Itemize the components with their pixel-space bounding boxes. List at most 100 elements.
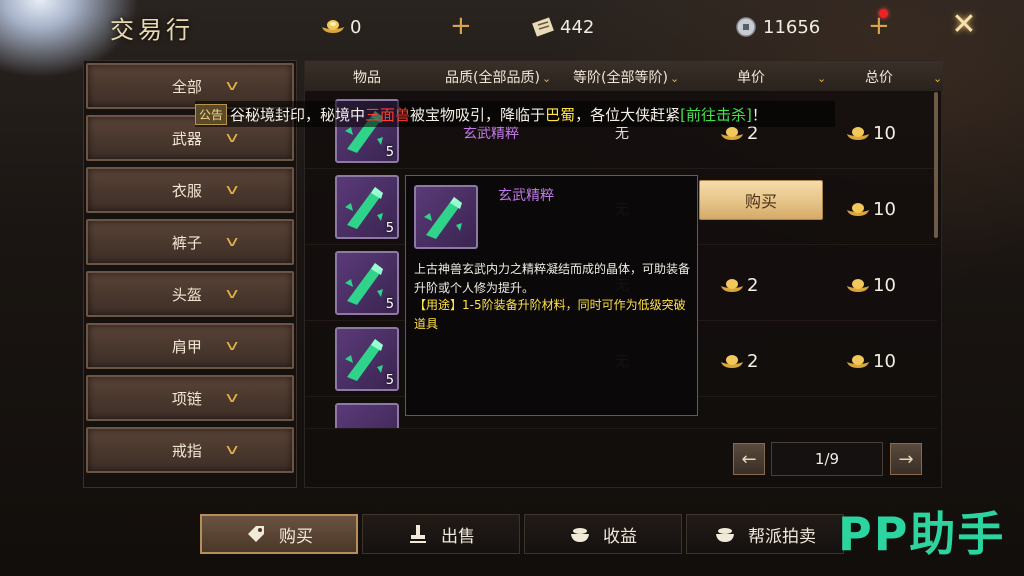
total-price: 10 <box>845 199 896 220</box>
notice-monster: 三面兽 <box>365 105 411 124</box>
chevron-down-icon: ⌄ <box>669 72 680 85</box>
notice-go-kill-link[interactable]: [前往击杀] <box>680 104 752 125</box>
chevron-down-icon: v <box>225 78 239 94</box>
unit-price: 2 <box>719 275 758 296</box>
unit-price-value: 2 <box>747 275 759 296</box>
item-slot[interactable] <box>335 403 399 428</box>
top-bar: 交易行 0 + 442 11656 + ✕ <box>0 0 1024 52</box>
tab-label: 收益 <box>603 526 637 547</box>
tooltip-item-slot <box>414 185 478 249</box>
unit-price-label: 单价 <box>737 70 765 86</box>
chevron-down-icon: ⌄ <box>933 72 943 85</box>
gold-ingot-icon <box>847 278 869 292</box>
total-price-value: 10 <box>873 275 896 296</box>
tooltip-description: 上古神兽玄武内力之精粹凝结而成的晶体，可助装备升阶或个人修为提升。 <box>414 262 691 295</box>
treasure-bowl-icon <box>569 523 591 545</box>
table-header: 物品 品质(全部品质) ⌄ 等阶(全部等阶) ⌄ 单价 ⌄ 总价 ⌄ <box>305 61 943 91</box>
quality-filter[interactable]: 品质(全部品质) ⌄ <box>445 67 551 87</box>
category-label: 衣服 <box>171 181 202 200</box>
category-pants[interactable]: 裤子 v <box>86 219 294 265</box>
chevron-down-icon: v <box>225 130 239 146</box>
category-shoulder[interactable]: 肩甲 v <box>86 323 294 369</box>
total-price-sort[interactable]: 总价 ⌄ <box>865 67 942 87</box>
chevron-down-icon: v <box>225 234 239 250</box>
gold-ingot-icon <box>847 354 869 368</box>
total-price-value: 10 <box>873 123 896 144</box>
quality-filter-label: 品质(全部品质) <box>445 70 540 86</box>
tab-label: 出售 <box>441 526 475 547</box>
notice-text: 被宝物吸引，降临于 <box>410 105 546 124</box>
tab-earnings[interactable]: 收益 <box>524 514 682 554</box>
gold-ingot-icon <box>320 16 346 38</box>
close-icon: ✕ <box>951 7 977 42</box>
item-slot[interactable]: 5 <box>335 327 399 391</box>
tooltip-usage: 【用途】1-5阶装备升阶材料，同时可作为低级突破道具 <box>414 298 686 331</box>
category-label: 头盔 <box>171 285 202 304</box>
add-ingot-button[interactable]: + <box>450 12 472 40</box>
coin-icon <box>733 16 759 38</box>
category-label: 武器 <box>171 129 202 148</box>
category-necklace[interactable]: 项链 v <box>86 375 294 421</box>
notice-tag: 公告 <box>195 103 228 125</box>
close-button[interactable]: ✕ <box>946 10 982 42</box>
buy-button[interactable]: 购买 <box>699 180 823 220</box>
gold-ingot-icon <box>847 202 869 216</box>
total-price: 10 <box>845 351 896 372</box>
column-item: 物品 <box>353 70 381 86</box>
category-clothes[interactable]: 衣服 v <box>86 167 294 213</box>
gold-ingot-icon <box>721 354 743 368</box>
notice-text: 谷秘境封印，秘境中 <box>230 105 366 124</box>
category-ring[interactable]: 戒指 v <box>86 427 294 473</box>
tab-sell[interactable]: 出售 <box>362 514 520 554</box>
unit-price-sort[interactable]: 单价 ⌄ <box>737 67 826 87</box>
coin-value: 11656 <box>763 16 821 38</box>
item-quantity: 5 <box>385 145 394 160</box>
notice-place: 巴蜀 <box>545 105 576 124</box>
chevron-down-icon: ⌄ <box>817 72 827 85</box>
currency-coin: 11656 <box>733 14 820 40</box>
grade-filter-label: 等阶(全部等阶) <box>573 70 668 86</box>
unit-price: 2 <box>719 351 758 372</box>
sell-stamp-icon <box>407 523 429 545</box>
ingot-value: 0 <box>350 16 362 38</box>
total-price-value: 10 <box>873 351 896 372</box>
notice-text: ，各位大侠赶紧 <box>575 105 681 124</box>
gold-ingot-icon <box>721 278 743 292</box>
chevron-down-icon: ⌄ <box>541 72 552 85</box>
next-page-button[interactable]: → <box>890 443 922 475</box>
notice-text: ！ <box>751 105 767 124</box>
item-quantity: 5 <box>385 221 394 236</box>
tab-guild-auction[interactable]: 帮派拍卖 <box>686 514 844 554</box>
page-title: 交易行 <box>110 16 194 44</box>
item-quantity: 5 <box>385 373 394 388</box>
category-label: 裤子 <box>171 233 202 252</box>
chevron-down-icon: v <box>225 182 239 198</box>
category-helmet[interactable]: 头盔 v <box>86 271 294 317</box>
category-label: 项链 <box>171 389 202 408</box>
treasure-bowl-icon <box>714 523 736 545</box>
total-price: 10 <box>845 275 896 296</box>
chevron-down-icon: v <box>225 442 239 458</box>
buy-tag-icon <box>245 523 267 545</box>
chevron-down-icon: v <box>225 338 239 354</box>
grade-filter[interactable]: 等阶(全部等阶) ⌄ <box>573 67 679 87</box>
item-quantity: 5 <box>385 297 394 312</box>
item-slot[interactable]: 5 <box>335 175 399 239</box>
item-slot[interactable]: 5 <box>335 251 399 315</box>
chevron-down-icon: v <box>225 286 239 302</box>
list-scrollbar[interactable] <box>934 92 938 238</box>
gold-ingot-icon <box>847 126 869 140</box>
prev-page-button[interactable]: ← <box>733 443 765 475</box>
category-label: 肩甲 <box>171 337 202 356</box>
chevron-down-icon: v <box>225 390 239 406</box>
tab-buy[interactable]: 购买 <box>200 514 358 554</box>
category-label: 戒指 <box>171 441 202 460</box>
tooltip-item-name: 玄武精粹 <box>498 188 554 204</box>
jade-crystal-icon <box>424 197 462 239</box>
tab-label: 购买 <box>279 526 313 547</box>
total-price: 10 <box>845 123 896 144</box>
arrow-left-icon: ← <box>741 448 757 470</box>
watermark-logo: PP助手 <box>838 507 1006 561</box>
item-tooltip: 玄武精粹 上古神兽玄武内力之精粹凝结而成的晶体，可助装备升阶或个人修为提升。 【… <box>405 175 698 416</box>
page-indicator: 1/9 <box>771 442 883 476</box>
